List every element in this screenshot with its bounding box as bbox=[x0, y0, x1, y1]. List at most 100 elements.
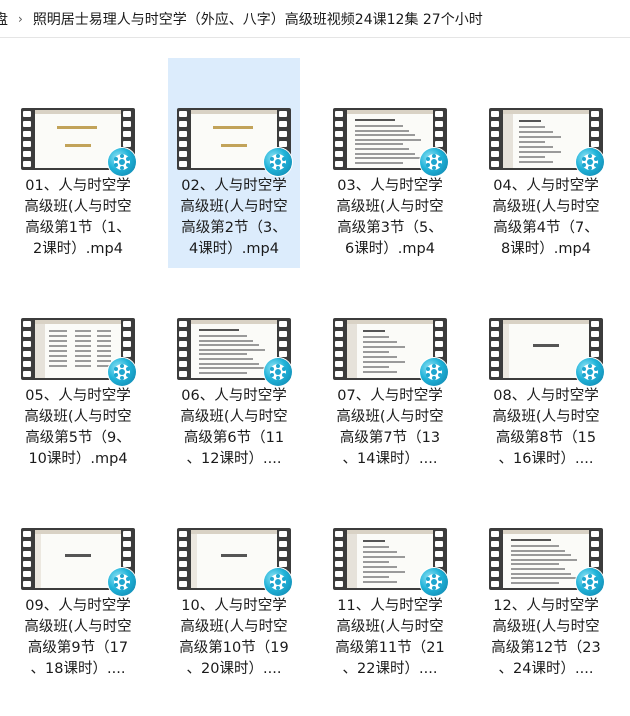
film-strip bbox=[23, 531, 33, 587]
file-name-line: 08、人与时空学 bbox=[493, 388, 599, 404]
film-strip bbox=[335, 321, 345, 377]
film-strip bbox=[179, 531, 189, 587]
file-name-line: 高级班(人与时空 bbox=[180, 409, 288, 425]
file-name-line: 03、人与时空学 bbox=[337, 178, 443, 194]
file-name-line: 、14课时）.... bbox=[342, 451, 438, 467]
film-strip bbox=[491, 111, 501, 167]
file-name-line: 12、人与时空学 bbox=[493, 598, 599, 614]
file-name-line: 、22课时）.... bbox=[342, 661, 438, 677]
file-name-line: 高级班(人与时空 bbox=[336, 409, 444, 425]
file-name-label: 06、人与时空学 高级班(人与时空 高级第6节（11 、12课时）.... bbox=[168, 386, 300, 470]
file-grid: 01、人与时空学 高级班(人与时空 高级第1节（1、 2课时）.mp4 02、人与时空学… bbox=[0, 38, 630, 716]
file-name-line: 高级班(人与时空 bbox=[492, 409, 600, 425]
file-name-line: 06、人与时空学 bbox=[181, 388, 287, 404]
file-name-line: 10、人与时空学 bbox=[181, 598, 287, 614]
breadcrumb: 盘 › 照明居士易理人与时空学（外应、八字）高级班视频24课12集 27个小时 bbox=[0, 0, 630, 38]
file-name-label: 03、人与时空学 高级班(人与时空 高级第3节（5、 6课时）.mp4 bbox=[324, 176, 456, 260]
file-name-line: 09、人与时空学 bbox=[25, 598, 131, 614]
file-name-line: 高级第10节（19 bbox=[179, 640, 289, 656]
film-strip bbox=[179, 321, 189, 377]
file-name-label: 10、人与时空学 高级班(人与时空 高级第10节（19 、20课时）.... bbox=[168, 596, 300, 680]
file-name-line: 高级班(人与时空 bbox=[492, 619, 600, 635]
file-name-line: 高级第6节（11 bbox=[183, 430, 285, 446]
file-item[interactable]: 09、人与时空学 高级班(人与时空 高级第9节（17 、18课时）.... bbox=[12, 478, 144, 688]
file-name-line: 01、人与时空学 bbox=[25, 178, 131, 194]
file-name-line: 高级第1节（1、 bbox=[25, 220, 131, 236]
file-name-line: 高级第11节（21 bbox=[335, 640, 445, 656]
film-strip bbox=[491, 321, 501, 377]
file-name-label: 05、人与时空学 高级班(人与时空 高级第5节（9、 10课时）.mp4 bbox=[12, 386, 144, 470]
file-name-line: 11、人与时空学 bbox=[337, 598, 443, 614]
file-name-label: 11、人与时空学 高级班(人与时空 高级第11节（21 、22课时）.... bbox=[324, 596, 456, 680]
file-name-line: 8课时）.mp4 bbox=[501, 241, 591, 257]
file-name-line: 07、人与时空学 bbox=[337, 388, 443, 404]
video-player-icon bbox=[264, 358, 292, 386]
file-name-line: 高级班(人与时空 bbox=[180, 619, 288, 635]
file-item[interactable]: 08、人与时空学 高级班(人与时空 高级第8节（15 、16课时）.... bbox=[480, 268, 612, 478]
file-item[interactable]: 11、人与时空学 高级班(人与时空 高级第11节（21 、22课时）.... bbox=[324, 478, 456, 688]
file-name-line: 高级班(人与时空 bbox=[180, 199, 288, 215]
video-player-icon bbox=[576, 148, 604, 176]
file-item[interactable]: 02、人与时空学 高级班(人与时空 高级第2节（3、 4课时）.mp4 bbox=[168, 58, 300, 268]
file-item[interactable]: 06、人与时空学 高级班(人与时空 高级第6节（11 、12课时）.... bbox=[168, 268, 300, 478]
file-name-label: 12、人与时空学 高级班(人与时空 高级第12节（23 、24课时）.... bbox=[480, 596, 612, 680]
file-name-line: 04、人与时空学 bbox=[493, 178, 599, 194]
video-player-icon bbox=[420, 568, 448, 596]
film-strip bbox=[335, 531, 345, 587]
file-item[interactable]: 04、人与时空学 高级班(人与时空 高级第4节（7、 8课时）.mp4 bbox=[480, 58, 612, 268]
file-name-line: 高级第12节（23 bbox=[491, 640, 601, 656]
film-strip bbox=[335, 111, 345, 167]
file-item[interactable]: 12、人与时空学 高级班(人与时空 高级第12节（23 、24课时）.... bbox=[480, 478, 612, 688]
file-name-line: 高级班(人与时空 bbox=[24, 199, 132, 215]
file-name-label: 07、人与时空学 高级班(人与时空 高级第7节（13 、14课时）.... bbox=[324, 386, 456, 470]
file-name-line: 、24课时）.... bbox=[498, 661, 594, 677]
video-player-icon bbox=[576, 568, 604, 596]
file-name-line: 、18课时）.... bbox=[30, 661, 126, 677]
file-item[interactable]: 01、人与时空学 高级班(人与时空 高级第1节（1、 2课时）.mp4 bbox=[12, 58, 144, 268]
file-name-line: 6课时）.mp4 bbox=[345, 241, 435, 257]
file-name-line: 高级班(人与时空 bbox=[492, 199, 600, 215]
film-strip bbox=[23, 321, 33, 377]
video-player-icon bbox=[108, 358, 136, 386]
video-player-icon bbox=[108, 568, 136, 596]
file-name-line: 高级第5节（9、 bbox=[25, 430, 131, 446]
file-name-line: 高级第2节（3、 bbox=[181, 220, 287, 236]
video-player-icon bbox=[108, 148, 136, 176]
file-item[interactable]: 03、人与时空学 高级班(人与时空 高级第3节（5、 6课时）.mp4 bbox=[324, 58, 456, 268]
video-player-icon bbox=[576, 358, 604, 386]
file-name-label: 02、人与时空学 高级班(人与时空 高级第2节（3、 4课时）.mp4 bbox=[168, 176, 300, 260]
film-strip bbox=[491, 531, 501, 587]
file-name-line: 高级班(人与时空 bbox=[336, 199, 444, 215]
video-player-icon bbox=[264, 148, 292, 176]
file-name-line: 高级第9节（17 bbox=[27, 640, 129, 656]
video-player-icon bbox=[264, 568, 292, 596]
film-strip bbox=[23, 111, 33, 167]
file-name-label: 09、人与时空学 高级班(人与时空 高级第9节（17 、18课时）.... bbox=[12, 596, 144, 680]
file-name-line: 、12课时）.... bbox=[186, 451, 282, 467]
file-name-line: 高级班(人与时空 bbox=[24, 619, 132, 635]
file-name-line: 、20课时）.... bbox=[186, 661, 282, 677]
file-name-line: 02、人与时空学 bbox=[181, 178, 287, 194]
file-name-label: 01、人与时空学 高级班(人与时空 高级第1节（1、 2课时）.mp4 bbox=[12, 176, 144, 260]
file-item[interactable]: 07、人与时空学 高级班(人与时空 高级第7节（13 、14课时）.... bbox=[324, 268, 456, 478]
chevron-right-icon: › bbox=[18, 11, 23, 26]
file-name-line: 高级第4节（7、 bbox=[493, 220, 599, 236]
file-item[interactable]: 10、人与时空学 高级班(人与时空 高级第10节（19 、20课时）.... bbox=[168, 478, 300, 688]
file-name-line: 高级第8节（15 bbox=[495, 430, 597, 446]
file-name-line: 高级第7节（13 bbox=[339, 430, 441, 446]
breadcrumb-root[interactable]: 盘 bbox=[0, 9, 8, 29]
file-name-line: 10课时）.mp4 bbox=[28, 451, 128, 467]
film-strip bbox=[179, 111, 189, 167]
video-player-icon bbox=[420, 148, 448, 176]
file-name-line: 2课时）.mp4 bbox=[33, 241, 123, 257]
file-name-label: 04、人与时空学 高级班(人与时空 高级第4节（7、 8课时）.mp4 bbox=[480, 176, 612, 260]
file-name-line: 高级第3节（5、 bbox=[337, 220, 443, 236]
file-item[interactable]: 05、人与时空学 高级班(人与时空 高级第5节（9、 10课时）.mp4 bbox=[12, 268, 144, 478]
file-name-line: 高级班(人与时空 bbox=[24, 409, 132, 425]
breadcrumb-current-folder[interactable]: 照明居士易理人与时空学（外应、八字）高级班视频24课12集 27个小时 bbox=[33, 9, 483, 29]
file-name-line: 4课时）.mp4 bbox=[189, 241, 279, 257]
file-name-line: 、16课时）.... bbox=[498, 451, 594, 467]
file-name-label: 08、人与时空学 高级班(人与时空 高级第8节（15 、16课时）.... bbox=[480, 386, 612, 470]
file-name-line: 高级班(人与时空 bbox=[336, 619, 444, 635]
video-player-icon bbox=[420, 358, 448, 386]
